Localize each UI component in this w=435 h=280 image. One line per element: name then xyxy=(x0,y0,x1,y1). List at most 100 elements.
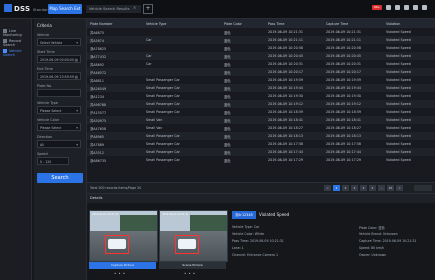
violation-label: Violated Speed xyxy=(259,212,290,217)
tab-map-search[interactable]: Map Search Ext xyxy=(48,4,82,14)
table-cell: 蓝色 xyxy=(224,126,231,131)
table-cell: 2019-06-09 10:19:12 xyxy=(265,100,323,108)
end-time-input[interactable]: 2019-06-09 23:59:59 ▦ xyxy=(37,72,81,80)
table-cell: 蓝色 xyxy=(224,158,231,163)
column-header[interactable]: Pass Time xyxy=(265,19,323,28)
table-cell xyxy=(143,68,221,76)
direction-select[interactable]: All ▾ xyxy=(37,140,81,148)
table-row[interactable]: 苏A3512 Small Passenger Car 蓝色 2019-06-09 10… xyxy=(87,148,435,156)
table-row[interactable]: 苏A5874 Car 蓝色 2019-06-09 10:21:11 2019-06-09… xyxy=(87,36,435,44)
table-cell: 蓝色 xyxy=(221,100,265,108)
table-row[interactable]: 沪A15577 Small Passenger Car 蓝色 2019-06-09 1… xyxy=(87,108,435,116)
photo-timestamp: 2019-06-09 10:21:31 xyxy=(92,213,119,216)
close-window-icon[interactable] xyxy=(422,5,427,10)
table-cell: 苏A5874 xyxy=(87,36,143,44)
table-row[interactable]: 浙A78625 蓝色 2019-06-09 10:20:58 2019-06-09 1… xyxy=(87,44,435,52)
table-row[interactable]: 浙A1234 Small Passenger Car 蓝色 2019-06-09 10… xyxy=(87,92,435,100)
table-cell: Small Passenger Car xyxy=(143,148,221,156)
field-label: Vehicle xyxy=(37,33,50,37)
table-cell: Car xyxy=(143,52,221,60)
sidebar: Live Monitoring Record Search Vehicle Se… xyxy=(0,19,32,280)
go-to-page-input[interactable] xyxy=(414,185,432,191)
table-cell: 沪A8965 xyxy=(87,132,143,140)
logo-text: DSS xyxy=(14,5,31,13)
table-row[interactable]: 苏A8692 Car 蓝色 2019-06-09 10:20:31 2019-06-09… xyxy=(87,60,435,68)
add-tab-button[interactable]: + xyxy=(143,4,153,14)
alarm-badge[interactable]: 99+ xyxy=(372,5,382,10)
help-icon[interactable] xyxy=(404,5,409,10)
page-button[interactable]: < xyxy=(324,185,331,191)
detail-field: Plate Color: 蓝色 xyxy=(359,226,385,230)
photo-pager-dots[interactable]: ••• xyxy=(114,271,127,276)
sidebar-item-live[interactable]: Live Monitoring xyxy=(3,29,31,37)
table-cell: Violated Speed xyxy=(383,100,435,108)
table-cell: Small Passenger Car xyxy=(146,142,180,146)
table-cell: 2019-06-09 10:17:29 xyxy=(326,158,362,162)
sidebar-item-vehicle[interactable]: Vehicle Search xyxy=(3,49,31,57)
table-cell: 蓝色 xyxy=(221,36,265,44)
page-button[interactable]: ... xyxy=(378,185,385,191)
table-cell: Violated Speed xyxy=(386,46,411,50)
table-cell: 2019-06-09 10:20:58 xyxy=(268,46,304,50)
table-row[interactable]: 苏A6875 蓝色 2019-06-09 10:21:31 2019-06-09 10… xyxy=(87,28,435,36)
start-time-input[interactable]: 2019-06-09 00:00:00 ▦ xyxy=(37,55,81,63)
page-button[interactable]: 25 xyxy=(387,185,394,191)
scene-picture[interactable]: 2019-06-09 10:21:31 xyxy=(159,210,228,262)
page-button[interactable]: 4 xyxy=(360,185,367,191)
capture-picture[interactable]: 2019-06-09 10:21:31 xyxy=(89,210,158,262)
table-cell: Small Passenger Car xyxy=(146,110,180,114)
table-row[interactable]: 苏A6811 Small Passenger Car 蓝色 2019-06-09 10… xyxy=(87,76,435,84)
table-cell: 蓝色 xyxy=(221,68,265,76)
minimize-icon[interactable] xyxy=(413,5,418,10)
vehicle-type-select[interactable]: Please Select ▾ xyxy=(37,106,81,114)
table-row[interactable]: 沪A8965 Small Passenger Car 蓝色 2019-06-09 10… xyxy=(87,132,435,140)
vehicle-select[interactable]: Select Vehicle ▾ xyxy=(37,38,81,46)
table-cell: 2019-06-09 10:17:44 xyxy=(323,148,383,156)
table-cell: Violated Speed xyxy=(386,78,411,82)
page-button[interactable]: 2 xyxy=(342,185,349,191)
table-cell: 蓝色 xyxy=(221,132,265,140)
table-cell: 2019-06-09 10:21:11 xyxy=(323,36,383,44)
page-button[interactable]: 3 xyxy=(351,185,358,191)
table-cell: 2019-06-09 10:19:30 xyxy=(326,94,362,98)
search-button[interactable]: Search xyxy=(37,173,83,183)
column-header[interactable]: Vehicle Type xyxy=(143,19,221,28)
column-header[interactable]: Violation xyxy=(383,19,435,28)
pagination: <1 2 3 4 5... 25 > xyxy=(324,185,403,191)
table-cell: 苏A8692 xyxy=(90,62,104,67)
close-icon[interactable]: × xyxy=(133,5,136,10)
page-button[interactable]: 1 xyxy=(333,185,340,191)
table-row[interactable]: 苏A98768 Small Passenger Car 蓝色 2019-06-09 1… xyxy=(87,100,435,108)
table-row[interactable]: 苏A50975 Small Van 蓝色 2019-06-09 10:18:41 201… xyxy=(87,116,435,124)
chevron-down-icon: ▾ xyxy=(76,109,78,113)
column-header[interactable]: Plate Color xyxy=(221,19,265,28)
sidebar-item-record[interactable]: Record Search xyxy=(3,39,31,47)
table-cell: Small Passenger Car xyxy=(146,94,180,98)
settings-icon[interactable] xyxy=(395,5,400,10)
chevron-down-icon: ▾ xyxy=(76,41,78,45)
table-cell xyxy=(143,28,221,36)
main-area: Plate Number Vehicle Type Plate Color Pa… xyxy=(87,19,435,280)
photo-pager-dots[interactable]: ••• xyxy=(184,271,197,276)
table-cell: 2019-06-09 10:20:45 xyxy=(265,52,323,60)
field-label: Vehicle Color xyxy=(37,118,60,122)
table-row[interactable]: 浙A77432 Car 蓝色 2019-06-09 10:20:45 2019-06-0… xyxy=(87,52,435,60)
table-row[interactable]: 浙A47658 Small Van 蓝色 2019-06-09 10:18:27 201… xyxy=(87,124,435,132)
user-icon[interactable] xyxy=(386,5,391,10)
filter-panel: Criteria Vehicle Select Vehicle ▾ Start T… xyxy=(34,19,87,280)
page-button[interactable]: > xyxy=(396,185,403,191)
table-cell: 苏A98768 xyxy=(87,100,143,108)
table-row[interactable]: 沪A46572 蓝色 2019-06-09 10:20:17 2019-06-09 1… xyxy=(87,68,435,76)
column-header[interactable]: Capture Time xyxy=(323,19,383,28)
plate-number-input[interactable] xyxy=(37,89,81,97)
field-label: Start Time xyxy=(37,50,55,54)
table-row[interactable]: 浙A26549 Small Passenger Car 蓝色 2019-06-09 1… xyxy=(87,84,435,92)
vehicle-color-select[interactable]: Please Select ▾ xyxy=(37,123,81,131)
table-cell: Violated Speed xyxy=(386,94,411,98)
page-button[interactable]: 5 xyxy=(369,185,376,191)
table-cell: Small Passenger Car xyxy=(143,84,221,92)
speed-range-input[interactable]: 0 - 120 xyxy=(37,157,69,165)
table-row[interactable]: 浙A86735 Small Passenger Car 蓝色 2019-06-09 1… xyxy=(87,156,435,164)
column-header[interactable]: Plate Number xyxy=(87,19,143,28)
table-row[interactable]: 苏A7889 Small Passenger Car 蓝色 2019-06-09 10… xyxy=(87,140,435,148)
